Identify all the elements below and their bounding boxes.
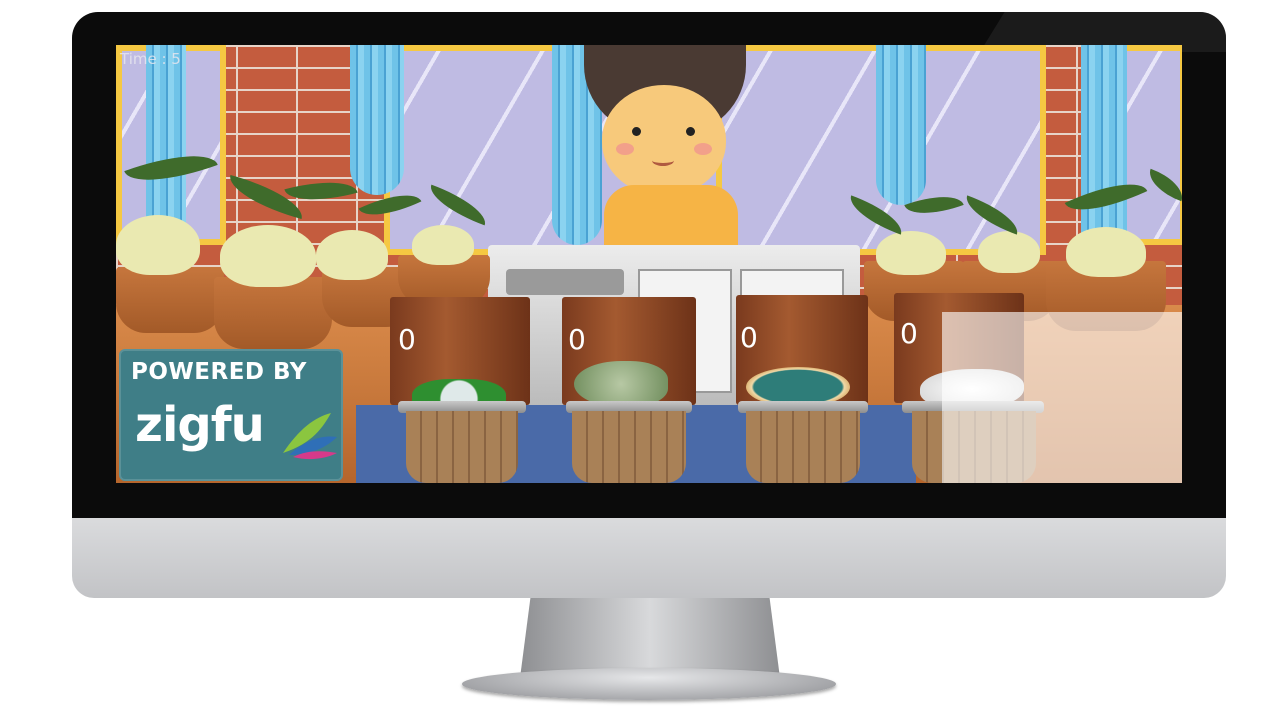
cheek [694, 143, 712, 155]
bin-score: 0 [900, 317, 918, 350]
eye-icon [686, 127, 695, 136]
plant-bulb [876, 231, 946, 275]
translucent-overlay [942, 312, 1182, 483]
bin-score: 0 [740, 321, 758, 354]
recycle-bin-plate[interactable]: 0 [734, 295, 874, 483]
bin-score: 0 [398, 323, 416, 356]
plant-bulb [116, 215, 200, 275]
powered-by-label: POWERED BY [131, 359, 307, 385]
monitor-chin [72, 518, 1226, 598]
plant-bulb [1066, 227, 1146, 277]
recycle-bin-cans[interactable]: 0 [388, 297, 534, 483]
plant-bulb [220, 225, 316, 287]
plant-pot [116, 267, 224, 333]
character-face [602, 85, 726, 195]
plant-bulb [978, 231, 1040, 273]
plant-bulb [316, 230, 388, 280]
bin-bucket [572, 411, 686, 483]
curtain [876, 45, 926, 205]
cheek [616, 143, 634, 155]
plant-bulb [412, 225, 474, 265]
bin-score: 0 [568, 323, 586, 356]
recycle-bin-leaves[interactable]: 0 [560, 297, 700, 483]
eye-icon [632, 127, 641, 136]
bin-bucket [406, 411, 518, 483]
monitor-stand-base [462, 668, 836, 700]
bin-bucket [746, 411, 860, 483]
zigfu-swoosh-icon [279, 409, 339, 461]
time-counter: Time : 5 [120, 50, 181, 68]
smile [652, 155, 674, 166]
monitor-stand-neck [520, 598, 780, 678]
curtain [350, 45, 404, 195]
stove-panel [506, 269, 624, 295]
plant-pot [214, 277, 332, 349]
zigfu-logo-text: zigfu [135, 397, 265, 453]
zigfu-badge[interactable]: POWERED BY zigfu [119, 349, 343, 481]
